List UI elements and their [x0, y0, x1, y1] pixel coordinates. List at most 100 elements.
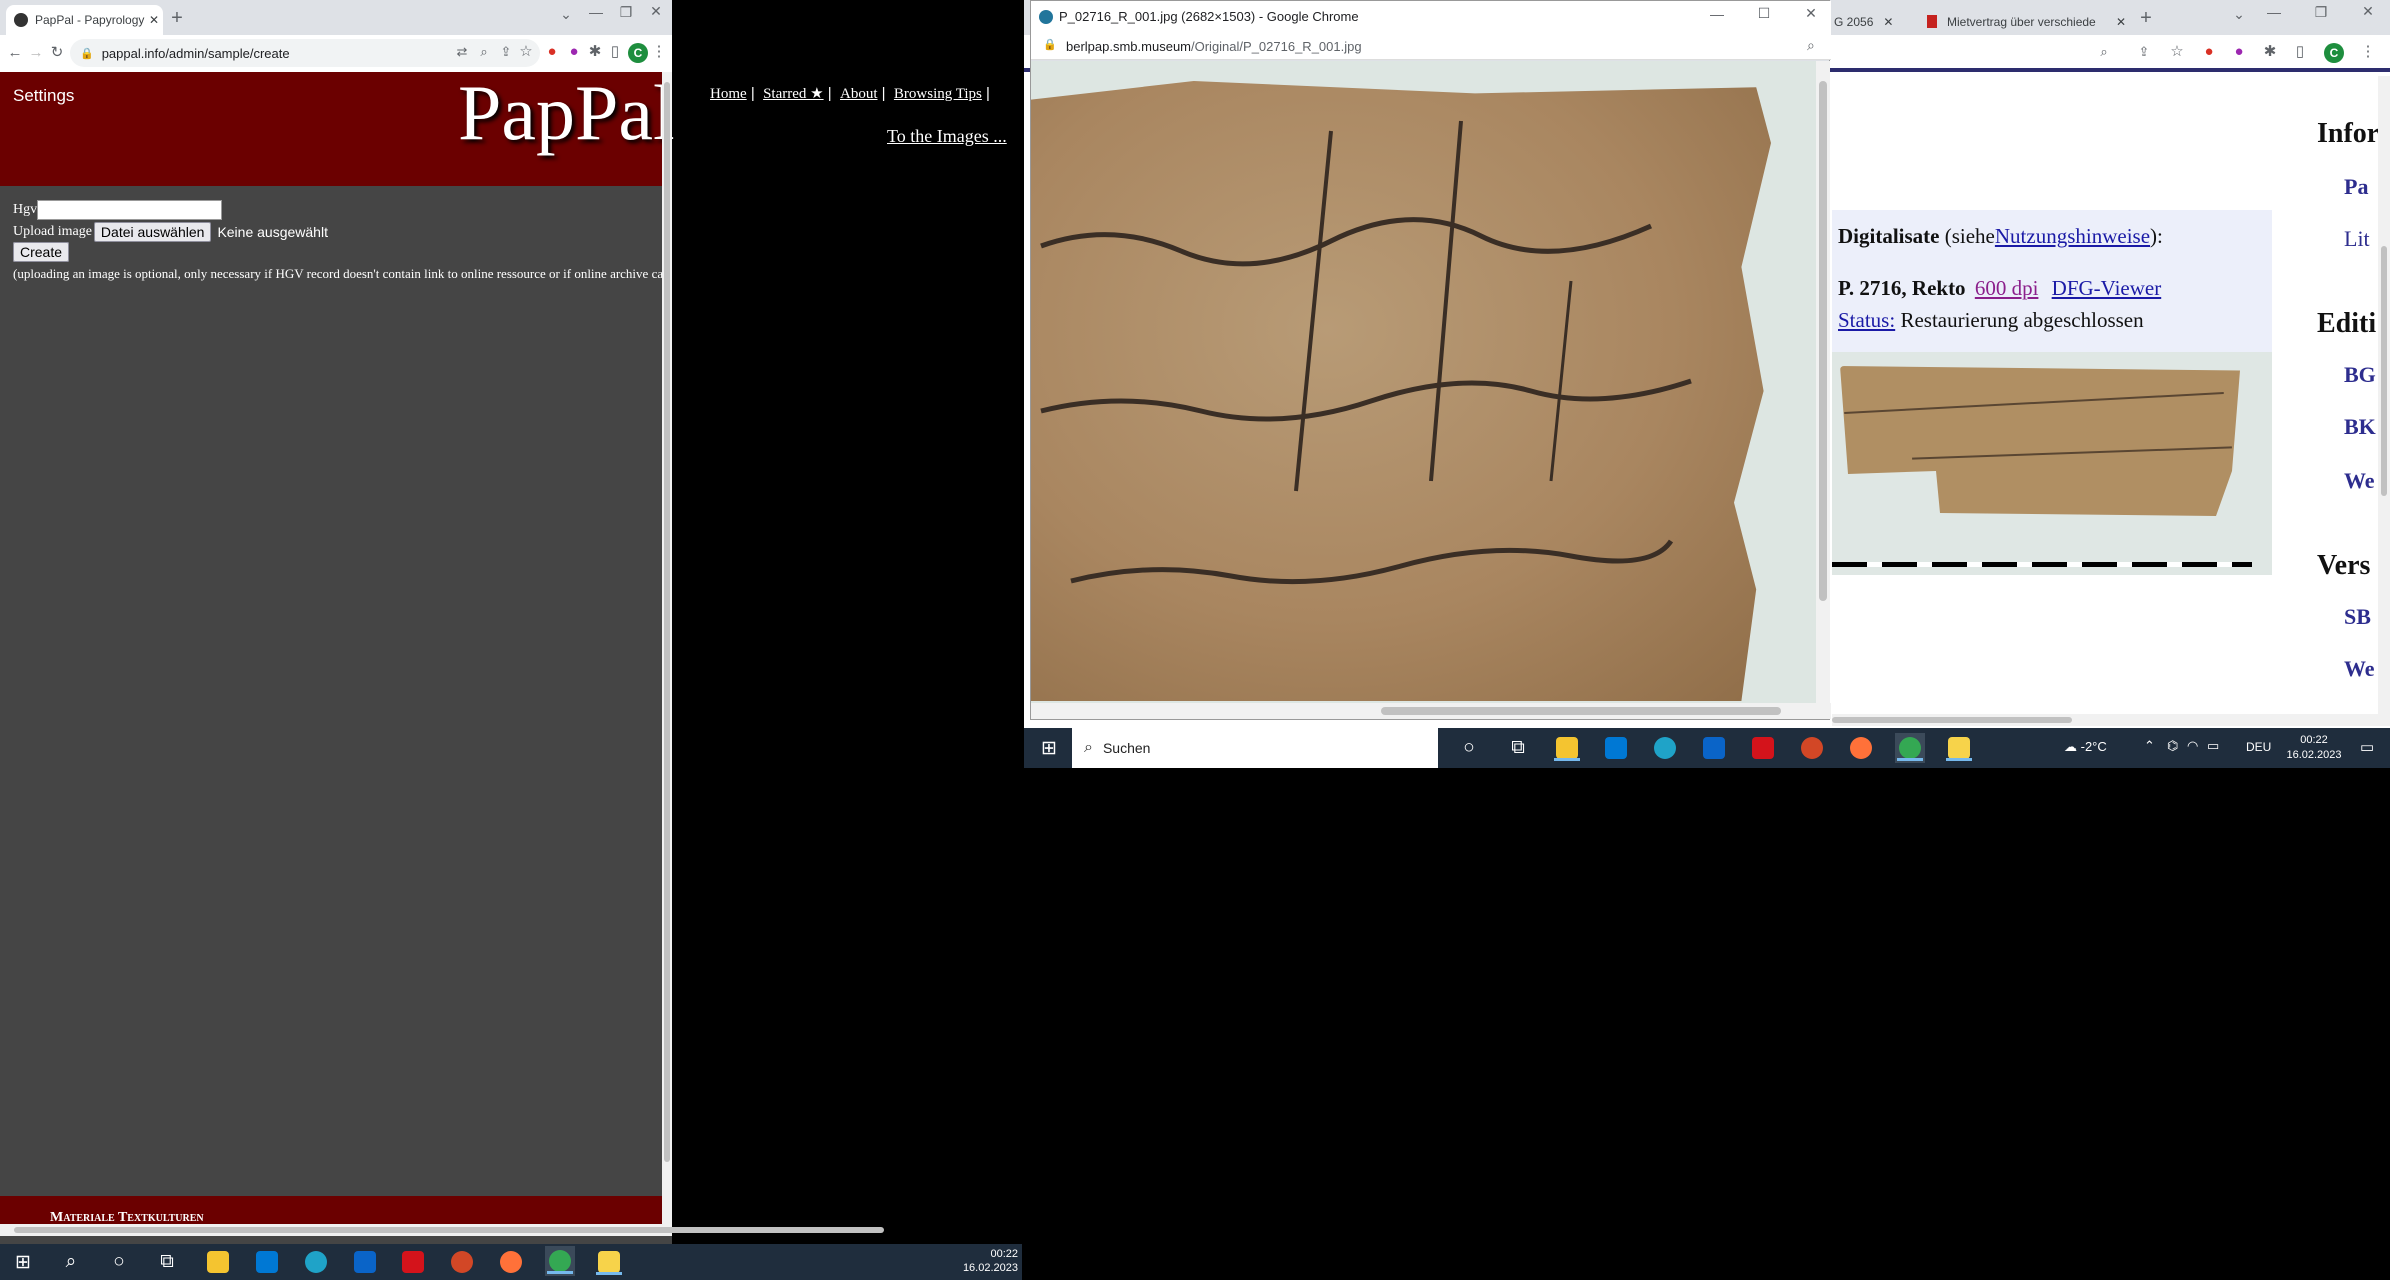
new-tab-icon[interactable]: +: [2136, 8, 2156, 28]
pappal-logo[interactable]: PapPal: [458, 68, 675, 158]
extensions-puzzle-icon[interactable]: ✱: [2260, 44, 2280, 59]
forward-icon[interactable]: →: [26, 45, 46, 60]
popup-minimize-icon[interactable]: —: [1707, 6, 1727, 22]
dpi-link[interactable]: 600 dpi: [1975, 276, 2039, 300]
zoom-icon[interactable]: ⌕: [2094, 45, 2114, 58]
tab-search-icon[interactable]: ⌄: [2229, 6, 2249, 23]
close-window-icon[interactable]: ✕: [2358, 3, 2378, 20]
notifications-icon[interactable]: ▭: [2360, 738, 2374, 756]
tab-g2056[interactable]: G 2056 ✕: [1834, 8, 1914, 35]
papyrus-image[interactable]: [1031, 61, 1816, 703]
edge-icon[interactable]: [1650, 733, 1680, 763]
mail-icon[interactable]: [1699, 733, 1729, 763]
extensions-puzzle-icon[interactable]: ✱: [585, 44, 605, 59]
nutzungshinweise-link[interactable]: Nutzungshinweise: [1995, 224, 2150, 248]
sidebar-link-sb[interactable]: SB: [2344, 604, 2371, 630]
restore-icon[interactable]: ❐: [616, 4, 636, 21]
powerpoint-icon[interactable]: [1797, 733, 1827, 763]
zoom-icon[interactable]: ⌕: [1807, 37, 1815, 54]
extension-purple-icon[interactable]: ●: [564, 44, 584, 59]
file-explorer-icon[interactable]: [1552, 733, 1582, 763]
close-tab-icon[interactable]: ✕: [1883, 15, 1893, 29]
sidebar-link-we[interactable]: We: [2344, 468, 2375, 494]
taskbar-search-box[interactable]: ⌕ Suchen: [1072, 728, 1438, 768]
close-tab-icon[interactable]: ✕: [149, 13, 159, 27]
bookmark-star-icon[interactable]: ☆: [2167, 44, 2187, 59]
right-clock[interactable]: 00:22 16.02.2023: [2279, 733, 2349, 763]
windows-start-icon[interactable]: ⊞: [1034, 733, 1064, 763]
restore-icon[interactable]: ❐: [2311, 4, 2331, 21]
tray-chevron-icon[interactable]: ⌃: [2144, 738, 2155, 754]
search-icon[interactable]: ⌕: [56, 1247, 86, 1277]
scroll-thumb[interactable]: [1819, 81, 1827, 601]
edge-icon[interactable]: [301, 1247, 331, 1277]
sidebar-link-bk[interactable]: BK: [2344, 414, 2376, 440]
popup-maximize-icon[interactable]: ☐: [1754, 5, 1774, 22]
scroll-thumb[interactable]: [664, 82, 670, 1162]
papyrus-thumbnail[interactable]: [1832, 352, 2272, 575]
sidepanel-icon[interactable]: ▯: [605, 44, 625, 59]
scroll-thumb[interactable]: [2381, 246, 2387, 496]
minimize-icon[interactable]: —: [2264, 4, 2284, 20]
notes-icon[interactable]: [594, 1247, 624, 1277]
extension-purple-icon[interactable]: ●: [2229, 44, 2249, 59]
profile-avatar[interactable]: C: [628, 43, 648, 63]
nav-browsing-tips[interactable]: Browsing Tips: [894, 86, 982, 102]
acrobat-icon[interactable]: [398, 1247, 428, 1277]
network-icon[interactable]: ⌬: [2167, 738, 2178, 754]
nav-home[interactable]: Home: [710, 86, 747, 102]
tab-pappal[interactable]: PapPal - Papyrology | Paleograph ✕: [6, 5, 163, 35]
battery-icon[interactable]: ▭: [2207, 738, 2219, 754]
profile-avatar[interactable]: C: [2324, 43, 2344, 63]
popup-url-bar[interactable]: 🔒 berlpap.smb.museum/Original/P_02716_R_…: [1031, 33, 1831, 60]
powerpoint-icon[interactable]: [447, 1247, 477, 1277]
popup-close-icon[interactable]: ✕: [1801, 5, 1821, 22]
sidebar-link-bg[interactable]: BG: [2344, 362, 2376, 388]
hscroll-thumb[interactable]: [1832, 717, 2072, 723]
extension-red-icon[interactable]: ●: [2199, 44, 2219, 59]
tab-search-icon[interactable]: ⌄: [556, 6, 576, 23]
back-icon[interactable]: ←: [5, 45, 25, 60]
new-tab-icon[interactable]: +: [167, 8, 187, 28]
hscroll-thumb[interactable]: [1381, 707, 1781, 715]
menu-kebab-icon[interactable]: ⋮: [649, 44, 669, 59]
sidebar-link-we2[interactable]: We: [2344, 656, 2375, 682]
zoom-icon[interactable]: ⌕: [474, 45, 494, 58]
hgv-input[interactable]: [37, 200, 223, 220]
dfg-viewer-link[interactable]: DFG-Viewer: [2052, 276, 2162, 300]
status-link[interactable]: Status:: [1838, 308, 1895, 332]
firefox-icon[interactable]: [1846, 733, 1876, 763]
windows-start-icon[interactable]: ⊞: [8, 1247, 38, 1277]
translate-icon[interactable]: ⇄: [452, 45, 472, 58]
acrobat-icon[interactable]: [1748, 733, 1778, 763]
bookmark-star-icon[interactable]: ☆: [516, 44, 536, 59]
chrome-icon[interactable]: [1895, 733, 1925, 763]
right-vertical-scrollbar[interactable]: [2378, 76, 2390, 714]
left-clock[interactable]: 00:22 16.02.2023: [930, 1247, 1018, 1275]
wifi-icon[interactable]: ◠: [2187, 738, 2198, 754]
sidepanel-icon[interactable]: ▯: [2290, 44, 2310, 59]
hscroll-thumb[interactable]: [14, 1227, 884, 1233]
right-horizontal-scrollbar[interactable]: [1832, 714, 2390, 726]
close-window-icon[interactable]: ✕: [646, 3, 666, 20]
store-icon[interactable]: [252, 1247, 282, 1277]
menu-kebab-icon[interactable]: ⋮: [2358, 44, 2378, 59]
reload-icon[interactable]: ↻: [47, 45, 67, 60]
firefox-icon[interactable]: [496, 1247, 526, 1277]
share-icon[interactable]: ⇪: [496, 45, 516, 58]
choose-file-button[interactable]: Datei auswählen: [93, 222, 212, 242]
cortana-icon[interactable]: ○: [104, 1247, 134, 1277]
task-view-icon[interactable]: ⧉: [1503, 733, 1533, 763]
weather-widget[interactable]: ☁ -2°C: [2064, 739, 2107, 755]
left-horizontal-scrollbar[interactable]: [0, 1224, 884, 1236]
popup-vertical-scrollbar[interactable]: [1816, 61, 1830, 703]
chrome-icon[interactable]: [545, 1246, 575, 1276]
minimize-icon[interactable]: —: [586, 4, 606, 20]
nav-starred[interactable]: Starred ★: [763, 86, 824, 102]
to-images-link[interactable]: To the Images ...: [887, 126, 1007, 147]
sidebar-link-lit[interactable]: Lit: [2344, 226, 2370, 252]
notes-icon[interactable]: [1944, 733, 1974, 763]
popup-horizontal-scrollbar[interactable]: [1031, 703, 1831, 719]
nav-about[interactable]: About: [840, 86, 878, 102]
tab-mietvertrag[interactable]: Mietvertrag über verschiede ✕: [1919, 8, 2134, 35]
